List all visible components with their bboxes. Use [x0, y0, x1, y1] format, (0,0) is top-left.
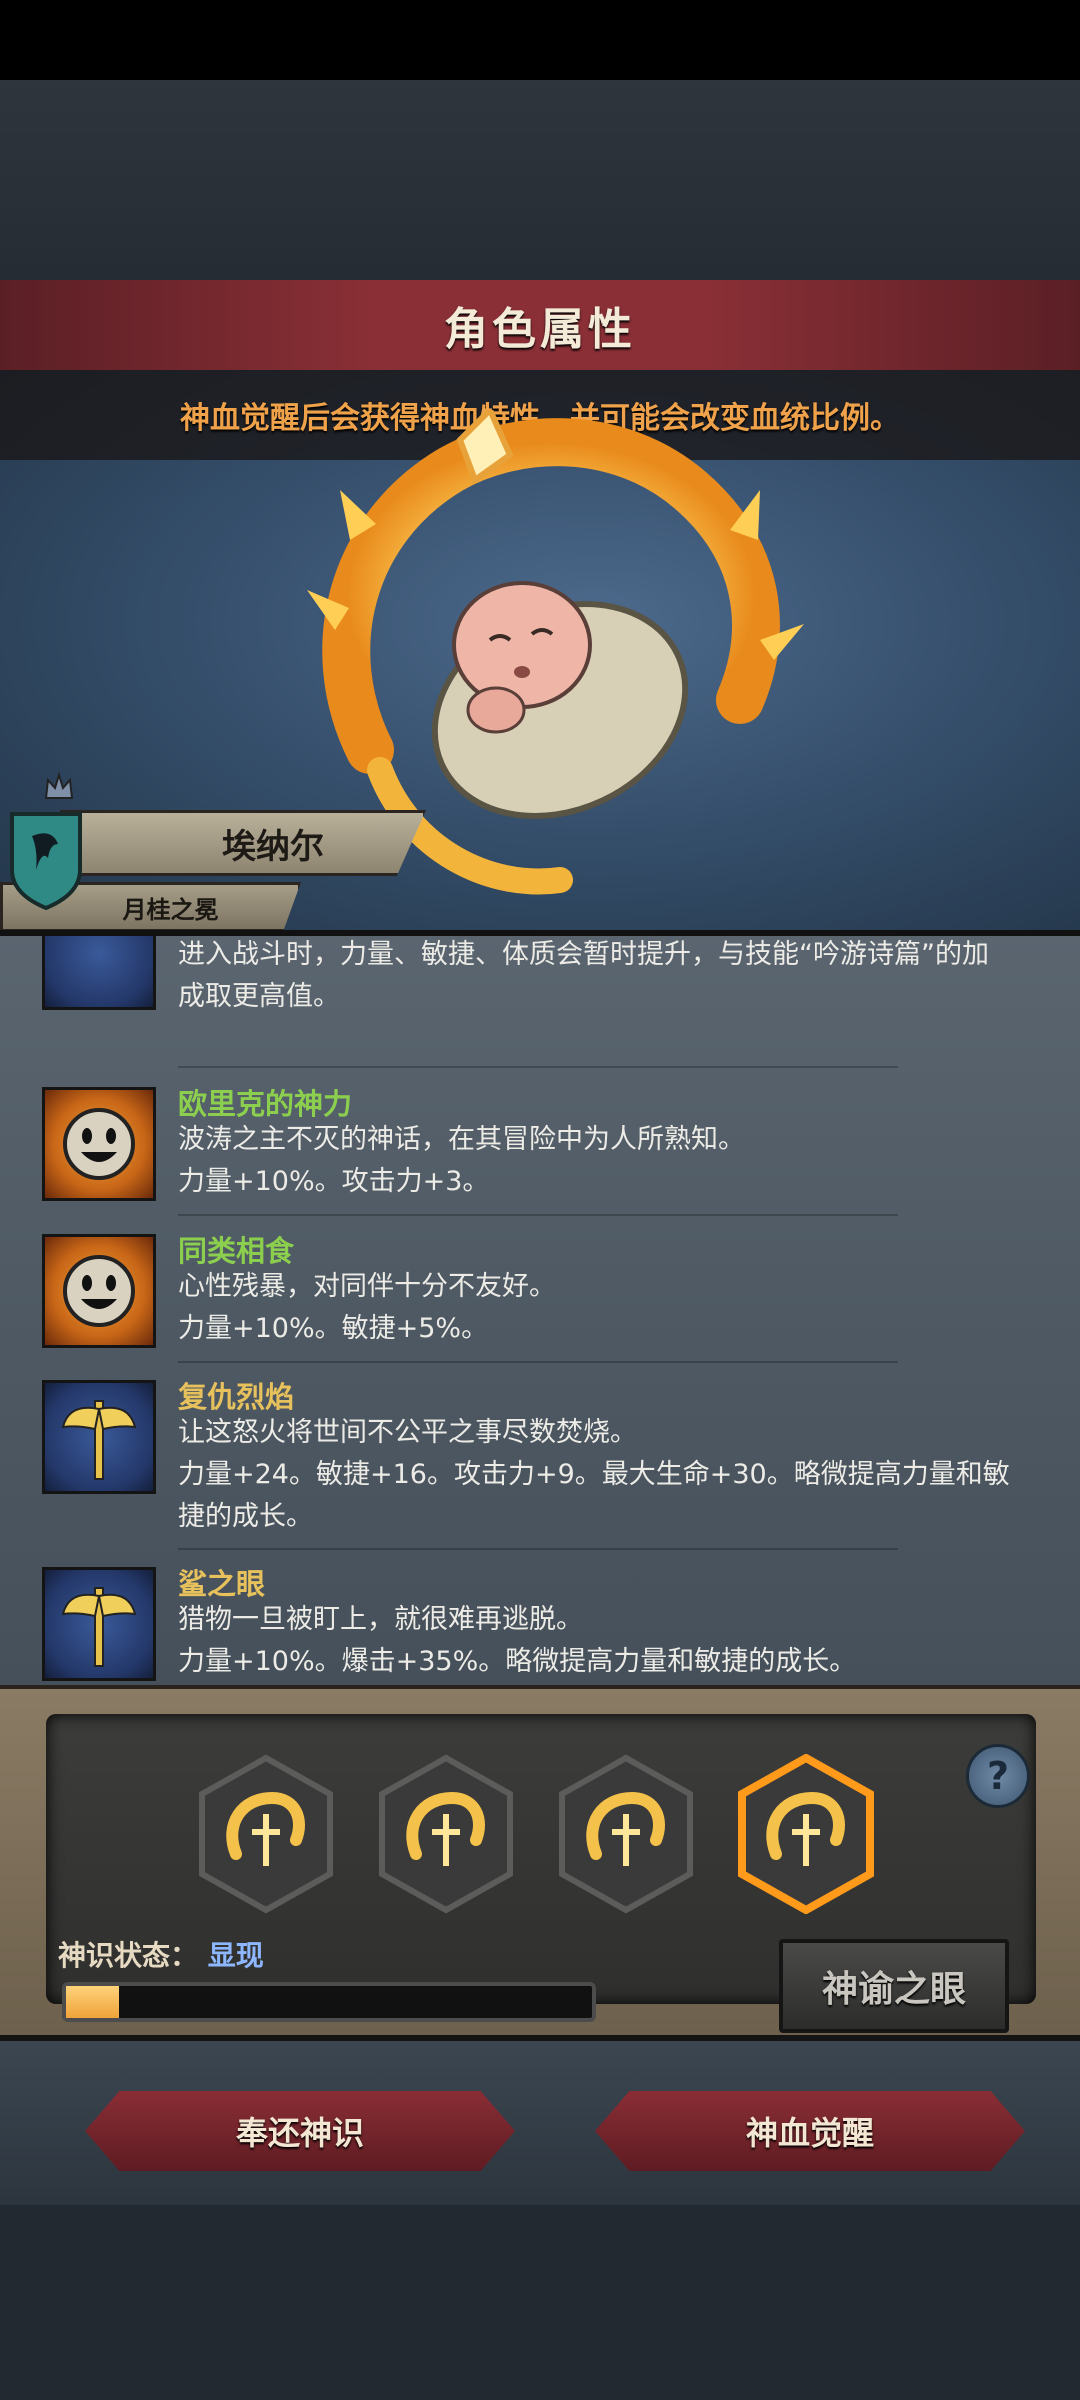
- trait-description: 成取更高值。: [178, 981, 340, 1012]
- character-name: 埃纳尔: [222, 826, 324, 867]
- divine-sense-panel: ? 神识状态： 显现 神谕之眼: [0, 1685, 1080, 2039]
- flame-crest-icon[interactable]: [196, 1754, 336, 1914]
- smiling-sun-icon: [42, 1087, 156, 1201]
- flame-crest-icon-selected[interactable]: [736, 1754, 876, 1914]
- page-title: 角色属性: [444, 304, 636, 355]
- dragon-shield-icon: [10, 812, 82, 910]
- awaken-label: 神血觉醒: [745, 2114, 874, 2152]
- divine-slots-area: ? 神识状态： 显现 神谕之眼: [46, 1714, 1036, 2033]
- oracle-eye-button[interactable]: 神谕之眼: [779, 1939, 1009, 2033]
- trait-stats: 力量+10%。爆击+35%。略微提高力量和敏捷的成长。: [178, 1646, 857, 1677]
- smiling-sun-icon: [42, 1234, 156, 1348]
- divine-progress-bar: [62, 1982, 596, 2022]
- character-title: 月桂之冕: [122, 895, 219, 924]
- status-bar: [0, 0, 1080, 80]
- character-name-plate: 埃纳尔: [60, 810, 426, 876]
- axe-icon: [42, 936, 156, 1010]
- character-portrait-area: 神血觉醒后会获得神血特性，并可能会改变血统比例。 埃纳尔 月桂之冕: [0, 370, 1080, 930]
- trait-list[interactable]: 进入战斗时，力量、敏捷、体质会暂时提升，与技能“吟游诗篇”的加 成取更高值。 欧…: [0, 930, 1080, 1691]
- trait-description: 让这怒火将世间不公平之事尽数焚烧。: [178, 1417, 637, 1448]
- status-value: 显现: [207, 1939, 264, 1972]
- flame-crest-icon[interactable]: [556, 1754, 696, 1914]
- question-icon[interactable]: ?: [966, 1744, 1030, 1808]
- action-bar: 奉还神识 神血觉醒: [0, 2035, 1080, 2211]
- divider: [178, 1548, 898, 1550]
- trait-stats: 力量+10%。敏捷+5%。: [178, 1313, 489, 1344]
- axe-icon: [42, 1567, 156, 1681]
- crown-icon: [44, 772, 74, 799]
- title-banner: 角色属性: [0, 280, 1080, 373]
- trait-name: 复仇烈焰: [178, 1380, 295, 1414]
- return-divine-sense-button[interactable]: 奉还神识: [85, 2091, 515, 2171]
- divider: [178, 1066, 898, 1068]
- progress-fill: [66, 1986, 119, 2018]
- divine-status: 神识状态： 显现: [58, 1934, 264, 1974]
- trait-name: 欧里克的神力: [178, 1087, 353, 1121]
- trait-description: 心性残暴，对同伴十分不友好。: [178, 1271, 556, 1302]
- trait-name: 同类相食: [178, 1234, 295, 1268]
- flame-crest-icon[interactable]: [376, 1754, 516, 1914]
- bottom-backdrop: [0, 2205, 1080, 2400]
- trait-description: 波涛之主不灭的神话，在其冒险中为人所熟知。: [178, 1124, 745, 1155]
- divider: [178, 1361, 898, 1363]
- trait-stats: 力量+24。敏捷+16。攻击力+9。最大生命+30。略微提高力量和敏: [178, 1459, 1010, 1490]
- trait-name: 鲨之眼: [178, 1567, 266, 1601]
- return-label: 奉还神识: [235, 2114, 364, 2152]
- axe-icon: [42, 1380, 156, 1494]
- blood-awakening-button[interactable]: 神血觉醒: [595, 2091, 1025, 2171]
- oracle-eye-label: 神谕之眼: [821, 1969, 966, 2010]
- trait-description: 进入战斗时，力量、敏捷、体质会暂时提升，与技能“吟游诗篇”的加: [178, 939, 989, 970]
- help-text: ?: [986, 1754, 1010, 1798]
- trait-stats: 力量+10%。攻击力+3。: [178, 1166, 490, 1197]
- top-backdrop: [0, 80, 1080, 280]
- divider: [178, 1214, 898, 1216]
- trait-description: 猎物一旦被盯上，就很难再逃脱。: [178, 1604, 583, 1635]
- trait-stats: 捷的成长。: [178, 1501, 313, 1532]
- status-label: 神识状态：: [58, 1939, 199, 1972]
